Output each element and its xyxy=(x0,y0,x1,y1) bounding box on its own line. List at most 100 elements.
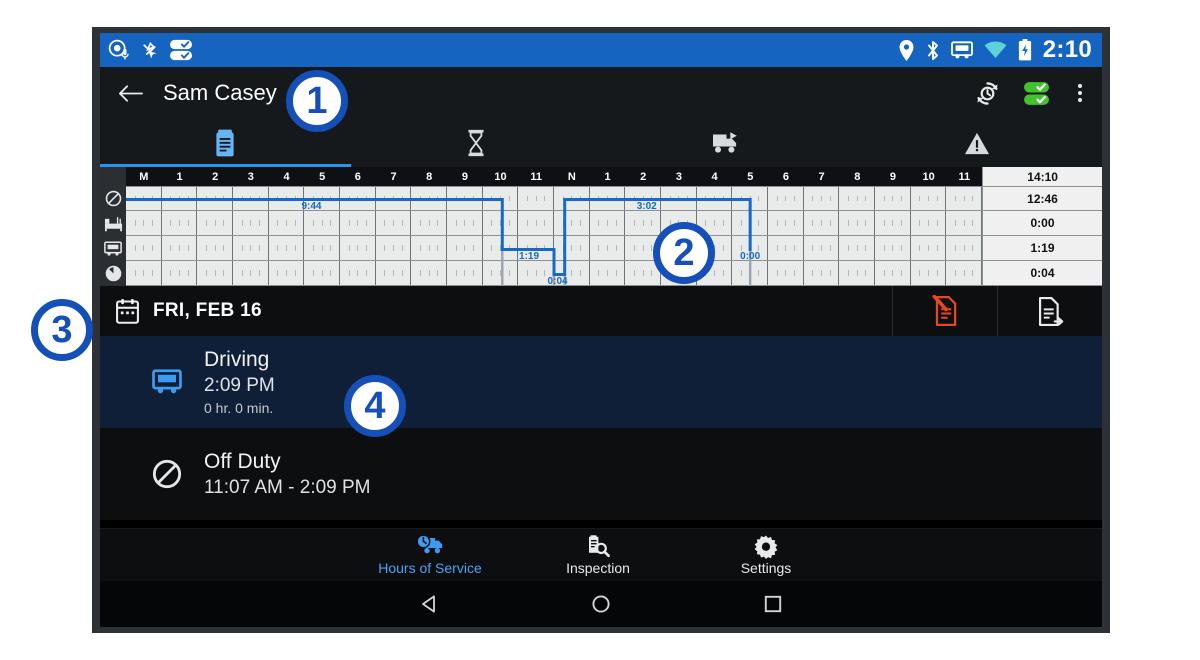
nav-hours-of-service[interactable]: Hours of Service xyxy=(346,534,514,576)
event-duration-label: 0 hr. 0 min. xyxy=(204,400,274,416)
graph-hour-cell xyxy=(946,236,983,260)
duty-segment-label: 9:44 xyxy=(301,200,322,212)
graph-hour-cell xyxy=(376,211,412,235)
event-status-label: Off Duty xyxy=(204,449,281,473)
graph-hour-cell xyxy=(804,187,840,210)
back-triangle-icon[interactable] xyxy=(343,593,515,615)
graph-hour-cell xyxy=(911,187,947,210)
duty-segment-label: 3:02 xyxy=(636,200,657,212)
graph-hour-cell xyxy=(875,236,911,260)
event-row[interactable]: Driving 2:09 PM 0 hr. 0 min. xyxy=(100,336,1102,428)
graph-hour-label: 1 xyxy=(604,170,611,183)
graph-status-icons xyxy=(100,167,126,286)
back-arrow-icon[interactable] xyxy=(118,83,143,104)
graph-hour-cell xyxy=(554,236,590,260)
graph-hour-cell xyxy=(554,211,590,235)
graph-hour-cell xyxy=(269,187,305,210)
nav-inspection[interactable]: Inspection xyxy=(514,534,682,576)
graph-hour-cell xyxy=(269,236,305,260)
graph-hour-cell xyxy=(483,236,519,260)
graph-hour-cell xyxy=(162,236,198,260)
on-duty-clock-icon xyxy=(100,261,126,286)
graph-hour-cell xyxy=(518,211,555,235)
date-bar: FRI, FEB 16 xyxy=(100,286,1102,336)
export-log-icon[interactable] xyxy=(997,286,1102,336)
gps-mic-icon xyxy=(108,39,130,61)
tablet-device-frame: 2:10 Sam Casey M 1 2 3 4 5 6 7 8 9 10 11… xyxy=(92,27,1110,633)
graph-hour-label: 5 xyxy=(319,170,326,183)
home-circle-icon[interactable] xyxy=(515,593,687,615)
app-bar-actions xyxy=(974,80,1088,107)
wifi-icon xyxy=(984,41,1007,59)
graph-hour-cell xyxy=(411,261,448,285)
graph-hour-label: 11 xyxy=(530,170,543,183)
graph-hour-cell xyxy=(590,187,626,210)
callout-badge-2: 2 xyxy=(653,222,715,284)
unsigned-log-icon[interactable] xyxy=(892,286,997,336)
graph-hour-cell xyxy=(804,261,840,285)
battery-charging-icon xyxy=(1018,39,1032,61)
truck-icon xyxy=(950,40,973,60)
graph-hour-cell xyxy=(911,211,947,235)
graph-row-total: 0:04 xyxy=(983,261,1102,286)
no-signal-icon xyxy=(139,40,160,61)
duty-segment-label: 1:19 xyxy=(519,250,540,262)
graph-hour-label: 2 xyxy=(640,170,647,183)
graph-hour-cell xyxy=(483,187,519,210)
graph-hour-cell xyxy=(839,187,876,210)
driver-name-title: Sam Casey xyxy=(163,80,277,105)
nav-settings-label: Settings xyxy=(740,560,792,576)
app-bar: Sam Casey xyxy=(100,67,1102,119)
graph-hour-label: 1 xyxy=(176,170,183,183)
graph-hour-cell xyxy=(732,261,769,285)
graph-hour-cell xyxy=(162,261,198,285)
graph-hour-cell xyxy=(411,187,448,210)
graph-hour-cell xyxy=(697,187,733,210)
graph-hour-cell xyxy=(839,236,876,260)
graph-hour-cell xyxy=(197,261,234,285)
graph-hour-cell xyxy=(304,211,341,235)
event-time-label: 2:09 PM xyxy=(204,375,275,396)
graph-plot-area[interactable]: 9:44 1:19 0:04 3:02 0:00 xyxy=(126,186,983,287)
nav-settings[interactable]: Settings xyxy=(682,534,850,576)
duty-segment-label: 0:00 xyxy=(740,250,761,262)
calendar-icon[interactable] xyxy=(116,298,139,324)
clipboard-log-icon xyxy=(214,129,236,157)
graph-hour-cell xyxy=(804,211,840,235)
inspection-icon xyxy=(585,534,611,559)
hours-of-service-icon xyxy=(415,534,445,559)
event-row[interactable]: Off Duty 11:07 AM - 2:09 PM xyxy=(100,428,1102,520)
graph-hour-cell xyxy=(732,187,769,210)
graph-grid-body: 9:44 1:19 0:04 3:02 0:00 12:46 0:00 1:19 0:04 xyxy=(126,186,1102,287)
graph-hour-cell xyxy=(197,236,234,260)
graph-hour-cell xyxy=(162,211,198,235)
tab-vehicle[interactable] xyxy=(601,119,852,167)
tab-hours[interactable] xyxy=(351,119,602,167)
graph-hour-cell xyxy=(162,187,198,210)
graph-hour-cell xyxy=(483,261,519,285)
truck-trailer-icon xyxy=(712,131,740,155)
callout-badge-4: 4 xyxy=(344,375,406,437)
graph-hour-cell xyxy=(625,211,662,235)
hos-graph[interactable]: M 1 2 3 4 5 6 7 8 9 10 11 N 1 2 3 4 5 6 7 8 9 10 11 14:10 9:44 1:… xyxy=(100,167,1102,287)
graph-hour-cell xyxy=(126,211,162,235)
graph-hour-label: 9 xyxy=(461,170,468,183)
screenshot-root: 2:10 Sam Casey M 1 2 3 4 5 6 7 8 9 10 11… xyxy=(0,0,1200,660)
graph-hour-cell xyxy=(447,261,483,285)
recents-square-icon[interactable] xyxy=(687,593,859,615)
graph-hour-cell xyxy=(946,211,983,235)
dual-check-icon xyxy=(169,39,193,61)
graph-row-driving xyxy=(126,236,983,261)
overflow-menu-icon[interactable] xyxy=(1072,80,1088,106)
date-bar-actions xyxy=(892,286,1102,336)
graph-hour-cell xyxy=(875,187,911,210)
history-clock-icon[interactable] xyxy=(974,80,1001,107)
graph-hour-cell xyxy=(340,211,376,235)
tab-warnings[interactable] xyxy=(852,119,1103,167)
graph-hour-cell xyxy=(554,187,590,210)
graph-hour-cell xyxy=(269,211,305,235)
graph-hour-cell xyxy=(233,236,269,260)
graph-hour-cell xyxy=(447,211,483,235)
graph-hour-label: 6 xyxy=(782,170,789,183)
green-dual-check-icon[interactable] xyxy=(1023,81,1050,106)
